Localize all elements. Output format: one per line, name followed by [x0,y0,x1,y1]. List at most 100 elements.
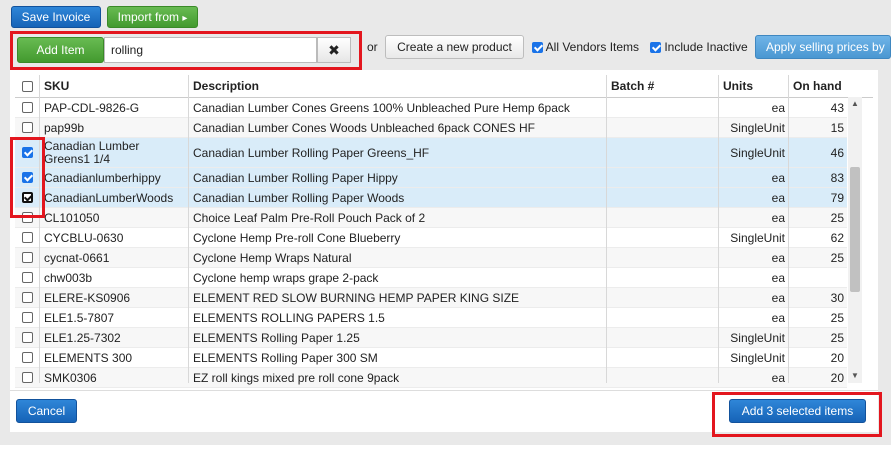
table-row[interactable]: ELE1.25-7302 ELEMENTS Rolling Paper 1.25 S… [15,328,847,348]
column-header-units[interactable]: Units [723,75,783,97]
sku-cell: Canadianlumberhippy [44,168,184,187]
table-row[interactable]: CanadianLumberWoods Canadian Lumber Rolli… [15,188,847,208]
row-checkbox[interactable] [22,372,33,383]
batch-cell [611,168,711,187]
table-row[interactable]: ELERE-KS0906 ELEMENT RED SLOW BURNING HEM… [15,288,847,308]
on-hand-cell: 30 [791,288,844,307]
units-cell-text: ea [771,170,785,185]
sku-cell-text: Canadian Lumber Greens1 1/4 [44,138,140,166]
search-input[interactable]: rolling [104,37,317,63]
units-cell: ea [721,168,785,187]
row-checkbox[interactable] [22,232,33,243]
table-row[interactable]: CL101050 Choice Leaf Palm Pre-Roll Pouch … [15,208,847,228]
description-cell: Canadian Lumber Cones Greens 100% Unblea… [193,98,603,117]
description-cell-text: Cyclone Hemp Pre-roll Cone Blueberry [193,230,401,245]
units-cell: ea [721,248,785,267]
scroll-thumb[interactable] [850,167,860,292]
batch-cell [611,228,711,247]
units-cell: ea [721,268,785,287]
batch-cell [611,268,711,287]
table-row[interactable]: Canadianlumberhippy Canadian Lumber Rolli… [15,168,847,188]
description-cell: ELEMENT RED SLOW BURNING HEMP PAPER KING… [193,288,603,307]
scroll-up-arrow-icon[interactable]: ▲ [848,97,862,111]
row-checkbox[interactable] [22,312,33,323]
on-hand-cell-text: 25 [830,330,844,345]
table-row[interactable]: SMK0306 EZ roll kings mixed pre roll cone… [15,368,847,388]
sku-cell: ELERE-KS0906 [44,288,184,307]
include-inactive-checkbox[interactable] [650,42,661,54]
table-row[interactable]: ELEMENTS 300 ELEMENTS Rolling Paper 300 S… [15,348,847,368]
table-row[interactable]: cycnat-0661 Cyclone Hemp Wraps Natural ea 2… [15,248,847,268]
sku-cell: ELEMENTS 300 [44,348,184,367]
save-invoice-button[interactable]: Save Invoice [11,6,101,28]
units-cell-text: SingleUnit [730,145,785,160]
on-hand-cell: 25 [791,208,844,227]
sku-cell: ELE1.25-7302 [44,328,184,347]
row-checkbox[interactable] [22,332,33,343]
on-hand-cell: 79 [791,188,844,207]
table-row[interactable]: pap99b Canadian Lumber Cones Woods Unblea… [15,118,847,138]
units-cell: SingleUnit [721,328,785,347]
column-header-on-hand[interactable]: On hand [793,75,853,97]
cancel-button[interactable]: Cancel [16,399,77,423]
description-cell: Canadian Lumber Rolling Paper Greens_HF [193,138,603,167]
include-inactive-toggle[interactable]: Include Inactive [650,39,748,55]
scroll-down-arrow-icon[interactable]: ▼ [848,369,862,383]
sku-cell-text: cycnat-0661 [44,250,110,265]
clear-search-button[interactable]: ✖ [317,37,351,63]
description-cell: EZ roll kings mixed pre roll cone 9pack [193,368,603,387]
table-row[interactable]: chw003b Cyclone hemp wraps grape 2-pack ea [15,268,847,288]
description-cell-text: Canadian Lumber Cones Greens 100% Unblea… [193,100,570,115]
create-new-product-button[interactable]: Create a new product [385,35,524,59]
row-checkbox[interactable] [22,352,33,363]
description-cell-text: Cyclone hemp wraps grape 2-pack [193,270,379,285]
column-header-sku[interactable]: SKU [44,75,184,97]
description-cell-text: EZ roll kings mixed pre roll cone 9pack [193,370,400,385]
units-cell: ea [721,208,785,227]
apply-selling-prices-button[interactable]: Apply selling prices by [755,35,891,59]
all-vendors-toggle[interactable]: All Vendors Items [532,39,639,55]
column-divider [788,75,789,383]
add-item-button[interactable]: Add Item [17,37,104,63]
sku-cell: pap99b [44,118,184,137]
on-hand-cell: 62 [791,228,844,247]
units-cell: SingleUnit [721,118,785,137]
on-hand-cell-text: 20 [830,370,844,385]
table-row[interactable]: Canadian Lumber Greens1 1/4 Canadian Lumb… [15,138,847,168]
footer-divider [10,390,878,391]
row-checkbox[interactable] [22,292,33,303]
units-cell: SingleUnit [721,138,785,167]
row-checkbox[interactable] [22,272,33,283]
description-cell: Cyclone hemp wraps grape 2-pack [193,268,603,287]
on-hand-cell: 25 [791,248,844,267]
units-cell-text: ea [771,250,785,265]
units-cell-text: ea [771,310,785,325]
sku-cell-text: pap99b [44,120,85,135]
on-hand-cell-text: 15 [830,120,844,135]
description-cell-text: Cyclone Hemp Wraps Natural [193,250,352,265]
table-row[interactable]: ELE1.5-7807 ELEMENTS ROLLING PAPERS 1.5 ea… [15,308,847,328]
column-divider [188,75,189,383]
table-row[interactable]: CYCBLU-0630 Cyclone Hemp Pre-roll Cone Bl… [15,228,847,248]
row-checkbox[interactable] [22,102,33,113]
description-cell: Cyclone Hemp Wraps Natural [193,248,603,267]
column-header-batch[interactable]: Batch # [611,75,711,97]
column-divider [606,75,607,383]
table-row[interactable]: PAP-CDL-9826-G Canadian Lumber Cones Gree… [15,98,847,118]
row-checkbox[interactable] [22,122,33,133]
description-cell-text: ELEMENTS Rolling Paper 300 SM [193,350,378,365]
column-header-description[interactable]: Description [193,75,603,97]
scrollbar[interactable]: ▲ ▼ [848,97,862,383]
select-all-checkbox[interactable] [22,80,33,92]
sku-cell: PAP-CDL-9826-G [44,98,184,117]
all-vendors-checkbox[interactable] [532,42,543,54]
import-from-button[interactable]: Import from ▸ [107,6,198,28]
units-cell: SingleUnit [721,228,785,247]
row-checkbox[interactable] [22,252,33,263]
description-cell-text: Canadian Lumber Rolling Paper Woods [193,190,405,205]
batch-cell [611,248,711,267]
sku-cell-text: ELE1.5-7807 [44,310,115,325]
on-hand-cell [791,268,844,287]
batch-cell [611,98,711,117]
on-hand-cell: 46 [791,138,844,167]
